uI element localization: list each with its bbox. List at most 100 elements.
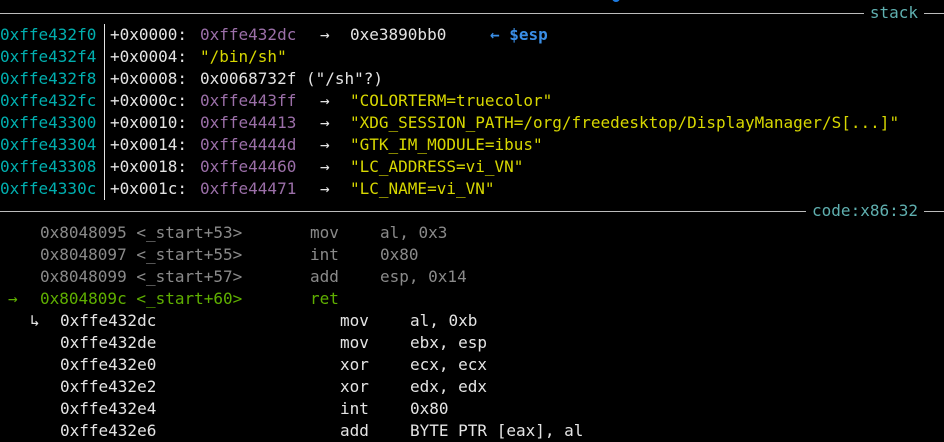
stack-address: 0xffe43300 bbox=[0, 113, 97, 132]
target-instruction-row[interactable]: 0xffe432e4 int 0x80 bbox=[0, 398, 944, 420]
current-arrow-icon: → bbox=[8, 289, 18, 308]
stack-value: "/bin/sh" bbox=[200, 47, 287, 66]
instruction-mnemonic: int bbox=[310, 245, 339, 264]
instruction-operands: 0x80 bbox=[380, 245, 419, 264]
stack-row[interactable]: 0xffe432fc +0x000c: 0xffe443ff → "COLORTERM=… bbox=[0, 90, 944, 112]
instruction-mnemonic: ret bbox=[310, 289, 339, 308]
stack-address: 0xffe432f4 bbox=[0, 47, 97, 66]
code-divider bbox=[0, 211, 944, 212]
stack-column-divider bbox=[104, 46, 105, 68]
instruction-mnemonic: xor bbox=[340, 355, 369, 374]
stack-dereference: "LC_ADDRESS=vi_VN" bbox=[350, 157, 524, 176]
target-instruction-row[interactable]: 0xffe432de mov ebx, esp bbox=[0, 332, 944, 354]
instruction-mnemonic: int bbox=[340, 399, 369, 418]
target-instruction-row[interactable]: 0xffe432e6 add BYTE PTR [eax], al bbox=[0, 420, 944, 442]
instruction-operands: al, 0xb bbox=[410, 311, 478, 330]
stack-dereference: "LC_NAME=vi_VN" bbox=[350, 179, 495, 198]
instruction-address: 0x8048099 <_start+57> bbox=[40, 267, 243, 286]
stack-column-divider bbox=[104, 68, 105, 90]
stack-dereference: "XDG_SESSION_PATH=/org/freedesktop/Displ… bbox=[350, 113, 900, 132]
stack-column-divider bbox=[104, 156, 105, 178]
instruction-operands: ebx, esp bbox=[410, 333, 488, 352]
stack-section-title: stack bbox=[863, 2, 924, 24]
code-section-header: code:x86:32 bbox=[0, 200, 944, 222]
stack-offset: +0x001c: bbox=[110, 179, 188, 198]
instruction-operands: BYTE PTR [eax], al bbox=[410, 421, 584, 440]
instruction-mnemonic: add bbox=[340, 421, 369, 440]
stack-column-divider bbox=[104, 24, 105, 46]
target-instruction-row[interactable]: 0xffe432e2 xor edx, edx bbox=[0, 376, 944, 398]
esp-marker: ← $esp bbox=[490, 25, 548, 44]
stack-row[interactable]: 0xffe4330c +0x001c: 0xffe44471 → "LC_NAME=vi… bbox=[0, 178, 944, 200]
stack-value: 0xffe44413 bbox=[200, 113, 297, 132]
stack-column-divider bbox=[104, 134, 105, 156]
current-instruction-row[interactable]: → 0x804809c <_start+60> ret bbox=[0, 288, 944, 310]
stack-row[interactable]: 0xffe432f0 +0x0000: 0xffe432dc → 0xe3890bb0 ←… bbox=[0, 24, 944, 46]
stack-offset: +0x0008: bbox=[110, 69, 188, 88]
stack-column-divider bbox=[104, 178, 105, 200]
stack-row[interactable]: 0xffe43300 +0x0010: 0xffe44413 → "XDG_SESSIO… bbox=[0, 112, 944, 134]
instruction-operands: ecx, ecx bbox=[410, 355, 488, 374]
stack-value: 0xffe432dc bbox=[200, 25, 297, 44]
instruction-operands: esp, 0x14 bbox=[380, 267, 467, 286]
stack-offset: +0x0014: bbox=[110, 135, 188, 154]
target-instruction-row[interactable]: 0xffe432e0 xor ecx, ecx bbox=[0, 354, 944, 376]
pointer-arrow-icon: → bbox=[320, 135, 330, 154]
stack-address: 0xffe43308 bbox=[0, 157, 97, 176]
stack-offset: +0x0010: bbox=[110, 113, 188, 132]
instruction-row[interactable]: 0x8048097 <_start+55> int 0x80 bbox=[0, 244, 944, 266]
stack-row[interactable]: 0xffe432f4 +0x0004: "/bin/sh" bbox=[0, 46, 944, 68]
stack-offset: +0x000c: bbox=[110, 91, 188, 110]
stack-value: 0xffe44471 bbox=[200, 179, 297, 198]
stack-row[interactable]: 0xffe43308 +0x0018: 0xffe44460 → "LC_ADDRESS… bbox=[0, 156, 944, 178]
stack-offset: +0x0004: bbox=[110, 47, 188, 66]
instruction-mnemonic: mov bbox=[340, 333, 369, 352]
instruction-address: 0xffe432e0 bbox=[60, 355, 157, 374]
stack-divider bbox=[0, 13, 944, 14]
pointer-arrow-icon: → bbox=[320, 25, 330, 44]
pointer-arrow-icon: → bbox=[320, 91, 330, 110]
instruction-address: 0x804809c <_start+60> bbox=[40, 289, 243, 308]
instruction-row[interactable]: 0x8048095 <_start+53> mov al, 0x3 bbox=[0, 222, 944, 244]
branch-target-icon: ↳ bbox=[30, 311, 40, 330]
instruction-address: 0xffe432e6 bbox=[60, 421, 157, 440]
instruction-address: 0xffe432de bbox=[60, 333, 157, 352]
instruction-operands: al, 0x3 bbox=[380, 223, 448, 242]
stack-address: 0xffe4330c bbox=[0, 179, 97, 198]
instruction-mnemonic: add bbox=[310, 267, 339, 286]
instruction-address: 0xffe432e2 bbox=[60, 377, 157, 396]
stack-value: 0xffe4444d bbox=[200, 135, 297, 154]
instruction-mnemonic: mov bbox=[340, 311, 369, 330]
instruction-mnemonic: xor bbox=[340, 377, 369, 396]
stack-dereference: "COLORTERM=truecolor" bbox=[350, 91, 553, 110]
instruction-address: 0xffe432dc bbox=[60, 311, 157, 330]
pointer-arrow-icon: → bbox=[320, 179, 330, 198]
stack-row[interactable]: 0xffe432f8 +0x0008: 0x0068732f ("/sh"?) bbox=[0, 68, 944, 90]
stack-value: 0xffe44460 bbox=[200, 157, 297, 176]
instruction-row[interactable]: 0x8048099 <_start+57> add esp, 0x14 bbox=[0, 266, 944, 288]
stack-row[interactable]: 0xffe43304 +0x0014: 0xffe4444d → "GTK_IM_MOD… bbox=[0, 134, 944, 156]
instruction-operands: 0x80 bbox=[410, 399, 449, 418]
stack-address: 0xffe432fc bbox=[0, 91, 97, 110]
stack-section-header: stack bbox=[0, 2, 944, 24]
stack-column-divider bbox=[104, 90, 105, 112]
target-instruction-row[interactable]: ↳ 0xffe432dc mov al, 0xb bbox=[0, 310, 944, 332]
stack-offset: +0x0000: bbox=[110, 25, 188, 44]
stack-column-divider bbox=[104, 112, 105, 134]
stack-value: 0xffe443ff bbox=[200, 91, 297, 110]
stack-dereference: "GTK_IM_MODULE=ibus" bbox=[350, 135, 543, 154]
instruction-address: 0x8048095 <_start+53> bbox=[40, 223, 243, 242]
stack-dereference: 0xe3890bb0 bbox=[350, 25, 447, 44]
stack-offset: +0x0018: bbox=[110, 157, 188, 176]
stack-address: 0xffe43304 bbox=[0, 135, 97, 154]
terminal-window: stack 0xffe432f0 +0x0000: 0xffe432dc → 0xe38… bbox=[0, 0, 944, 442]
pointer-arrow-icon: → bbox=[320, 113, 330, 132]
instruction-mnemonic: mov bbox=[310, 223, 339, 242]
pointer-arrow-icon: → bbox=[320, 157, 330, 176]
instruction-operands: edx, edx bbox=[410, 377, 488, 396]
stack-address: 0xffe432f0 bbox=[0, 25, 97, 44]
stack-value: 0x0068732f ("/sh"?) bbox=[200, 69, 384, 88]
stack-address: 0xffe432f8 bbox=[0, 69, 97, 88]
instruction-address: 0xffe432e4 bbox=[60, 399, 157, 418]
instruction-address: 0x8048097 <_start+55> bbox=[40, 245, 243, 264]
